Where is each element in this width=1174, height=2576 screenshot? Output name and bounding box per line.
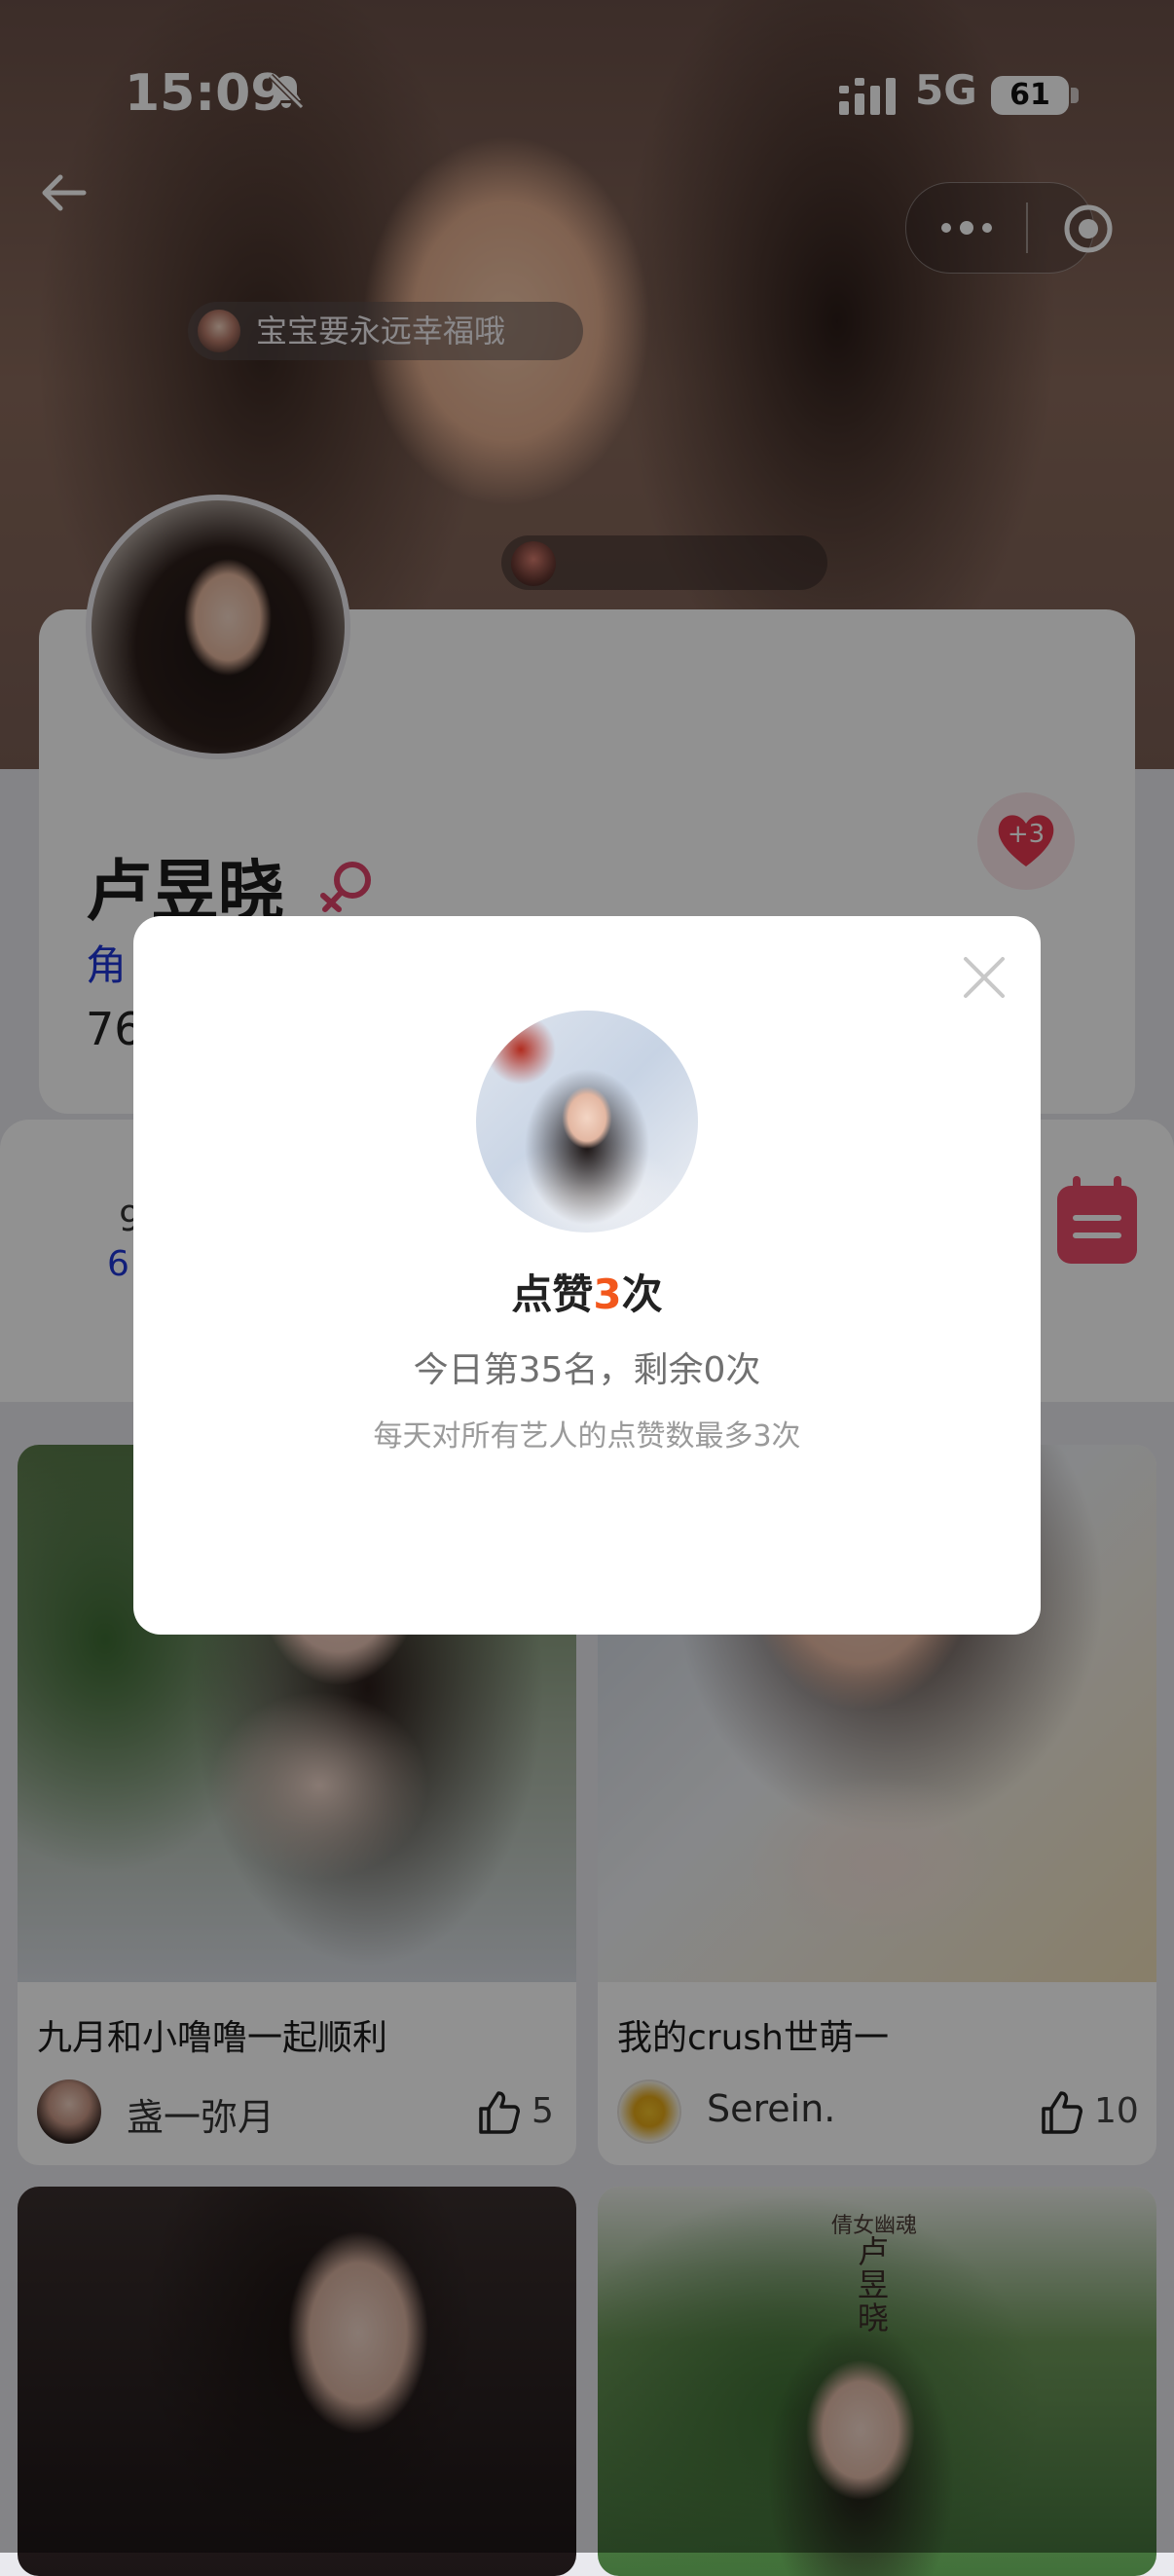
modal-rank-text: 今日第35名，剩余0次 xyxy=(413,1350,761,1390)
modal-title-prefix: 点赞 xyxy=(511,1270,594,1318)
modal-title-suffix: 次 xyxy=(621,1270,663,1318)
modal-rule-text: 每天对所有艺人的点赞数最多3次 xyxy=(373,1419,801,1454)
close-icon[interactable] xyxy=(954,947,1014,1008)
modal-avatar xyxy=(476,1011,698,1233)
modal-title-count: 3 xyxy=(593,1270,622,1318)
modal-title: 点赞3次 xyxy=(133,1262,1041,1321)
